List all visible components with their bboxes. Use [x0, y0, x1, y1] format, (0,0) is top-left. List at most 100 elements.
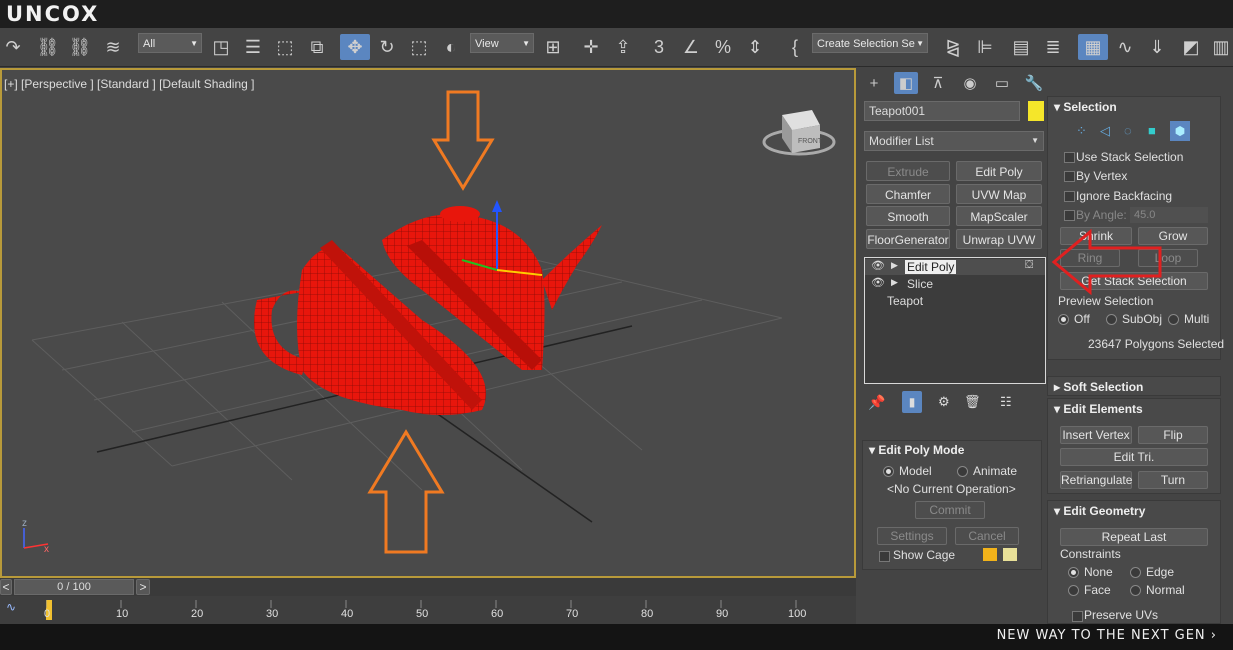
create-tab-icon[interactable]: +: [862, 72, 886, 94]
expand-arrow-icon[interactable]: ▶: [891, 277, 898, 288]
constraint-edge-radio[interactable]: [1130, 567, 1141, 578]
reference-coord-dropdown[interactable]: View ▼: [470, 33, 534, 53]
retriangulate-button[interactable]: Retriangulate: [1060, 471, 1132, 489]
unlink-icon[interactable]: ⛓: [68, 34, 92, 60]
mapscaler-button[interactable]: MapScaler: [956, 206, 1042, 226]
select-rotate-icon[interactable]: ↻: [374, 34, 400, 60]
motion-tab-icon[interactable]: ◉: [958, 72, 982, 94]
flip-button[interactable]: Flip: [1138, 426, 1208, 444]
ignore-backfacing-checkbox[interactable]: [1064, 191, 1075, 202]
select-by-name-icon[interactable]: ☰: [240, 34, 266, 60]
vertex-mode-icon[interactable]: ⁘: [1076, 123, 1087, 139]
object-color-swatch[interactable]: [1028, 101, 1044, 121]
rollout-header[interactable]: ▾ Edit Elements: [1054, 402, 1143, 416]
pin-stack-icon[interactable]: 📌: [868, 394, 885, 411]
show-cage-checkbox[interactable]: [879, 551, 890, 562]
select-scale-icon[interactable]: ⬚: [406, 34, 432, 60]
commit-button[interactable]: Commit: [915, 501, 985, 519]
named-selection-set-dropdown[interactable]: Create Selection Se ▼: [812, 33, 928, 53]
redo-icon[interactable]: ↷: [2, 34, 24, 60]
edit-named-selection-icon[interactable]: {: [782, 34, 808, 60]
cage-color-swatch[interactable]: [983, 548, 997, 561]
edge-mode-icon[interactable]: ◁: [1100, 123, 1110, 139]
prev-frame-button[interactable]: <: [0, 579, 12, 595]
expand-arrow-icon[interactable]: ▶: [891, 260, 898, 271]
scene-explorer-icon[interactable]: ▤: [1008, 34, 1034, 60]
link-icon[interactable]: ⛓: [36, 34, 60, 60]
element-mode-icon[interactable]: ⬢: [1170, 121, 1190, 141]
insert-vertex-button[interactable]: Insert Vertex: [1060, 426, 1132, 444]
repeat-last-button[interactable]: Repeat Last: [1060, 528, 1208, 546]
preview-off-radio[interactable]: [1058, 314, 1069, 325]
snaps-toggle-icon[interactable]: 3: [646, 34, 672, 60]
object-name-field[interactable]: Teapot001: [864, 101, 1020, 121]
ribbon-toggle-icon[interactable]: ▦: [1078, 34, 1108, 60]
by-angle-checkbox[interactable]: [1064, 210, 1075, 221]
perspective-viewport[interactable]: [+] [Perspective ] [Standard ] [Default …: [0, 68, 856, 578]
eye-icon[interactable]: 👁: [871, 259, 885, 272]
border-mode-icon[interactable]: ◌: [1124, 123, 1132, 138]
select-move-icon[interactable]: ✥: [340, 34, 370, 60]
window-crossing-icon[interactable]: ⧉: [304, 34, 330, 60]
align-icon[interactable]: ⊫: [972, 34, 998, 60]
animate-radio[interactable]: [957, 466, 968, 477]
preserve-uvs-checkbox[interactable]: [1072, 611, 1083, 622]
schematic-view-icon[interactable]: ⇓: [1144, 34, 1170, 60]
spinner-snap-icon[interactable]: ⇕: [742, 34, 768, 60]
eye-icon[interactable]: 👁: [871, 276, 885, 289]
turn-button[interactable]: Turn: [1138, 471, 1208, 489]
polygon-mode-icon[interactable]: ■: [1148, 123, 1156, 138]
next-frame-button[interactable]: >: [136, 579, 150, 595]
uvw-map-button[interactable]: UVW Map: [956, 184, 1042, 204]
constraint-normal-radio[interactable]: [1130, 585, 1141, 596]
stack-item[interactable]: 👁 ▶ Edit Poly ⛋: [865, 259, 1045, 275]
modifier-stack[interactable]: 👁 ▶ Edit Poly ⛋ 👁 ▶ Slice Teapot: [864, 257, 1046, 384]
soft-selection-rollout[interactable]: ▸ Soft Selection: [1047, 376, 1221, 396]
chamfer-button[interactable]: Chamfer: [866, 184, 950, 204]
stack-item[interactable]: 👁 ▶ Slice: [865, 276, 1045, 292]
constraint-face-radio[interactable]: [1068, 585, 1079, 596]
bind-spacewarp-icon[interactable]: ≋: [100, 34, 126, 60]
time-slider-thumb[interactable]: 0 / 100: [14, 579, 134, 595]
edit-poly-button[interactable]: Edit Poly: [956, 161, 1042, 181]
configure-sets-icon[interactable]: ☷: [1000, 394, 1012, 410]
angle-spinner[interactable]: 45.0: [1130, 207, 1208, 223]
display-tab-icon[interactable]: ▭: [990, 72, 1014, 94]
percent-snap-icon[interactable]: %: [710, 34, 736, 60]
show-end-result-icon[interactable]: ▮: [902, 391, 922, 413]
pivot-center-icon[interactable]: ⊞: [540, 34, 566, 60]
cage-selected-color-swatch[interactable]: [1003, 548, 1017, 561]
mirror-icon[interactable]: ⧎: [940, 34, 966, 60]
render-setup-icon[interactable]: ▥: [1210, 34, 1232, 60]
select-manipulate-icon[interactable]: ✛: [578, 34, 604, 60]
rollout-header[interactable]: ▸ Soft Selection: [1054, 380, 1143, 394]
utilities-tab-icon[interactable]: 🔧: [1022, 72, 1046, 94]
preview-multi-radio[interactable]: [1168, 314, 1179, 325]
layer-explorer-icon[interactable]: ≣: [1040, 34, 1066, 60]
floorgenerator-button[interactable]: FloorGenerator: [866, 229, 950, 249]
rollout-header[interactable]: ▾ Selection: [1054, 100, 1117, 114]
by-vertex-checkbox[interactable]: [1064, 171, 1075, 182]
remove-modifier-icon[interactable]: 🗑: [964, 394, 981, 410]
selection-filter-dropdown[interactable]: All ▼: [138, 33, 202, 53]
hierarchy-tab-icon[interactable]: ⊼: [926, 72, 950, 94]
stack-item[interactable]: Teapot: [865, 293, 1045, 309]
rectangular-selection-icon[interactable]: ⬚: [272, 34, 298, 60]
track-bar[interactable]: ∿ 0 10 20 30 40 50 60 70 80 90 100: [0, 596, 856, 624]
settings-button[interactable]: Settings: [877, 527, 947, 545]
select-object-icon[interactable]: ◳: [208, 34, 234, 60]
angle-snap-icon[interactable]: ∠: [678, 34, 704, 60]
select-place-icon[interactable]: ◐: [438, 34, 464, 60]
model-radio[interactable]: [883, 466, 894, 477]
rollout-header[interactable]: ▾ Edit Geometry: [1054, 504, 1145, 518]
modify-tab-icon[interactable]: ◧: [894, 72, 918, 94]
extrude-button[interactable]: Extrude: [866, 161, 950, 181]
material-editor-icon[interactable]: ◩: [1178, 34, 1204, 60]
rollout-header[interactable]: ▾ Edit Poly Mode: [869, 443, 964, 457]
mini-curve-editor-icon[interactable]: ∿: [6, 600, 16, 614]
make-unique-icon[interactable]: ⚙: [938, 394, 950, 410]
edit-tri-button[interactable]: Edit Tri.: [1060, 448, 1208, 466]
keyboard-shortcut-icon[interactable]: ⇪: [610, 34, 636, 60]
constraint-none-radio[interactable]: [1068, 567, 1079, 578]
modifier-list-dropdown[interactable]: Modifier List ▼: [864, 131, 1044, 151]
